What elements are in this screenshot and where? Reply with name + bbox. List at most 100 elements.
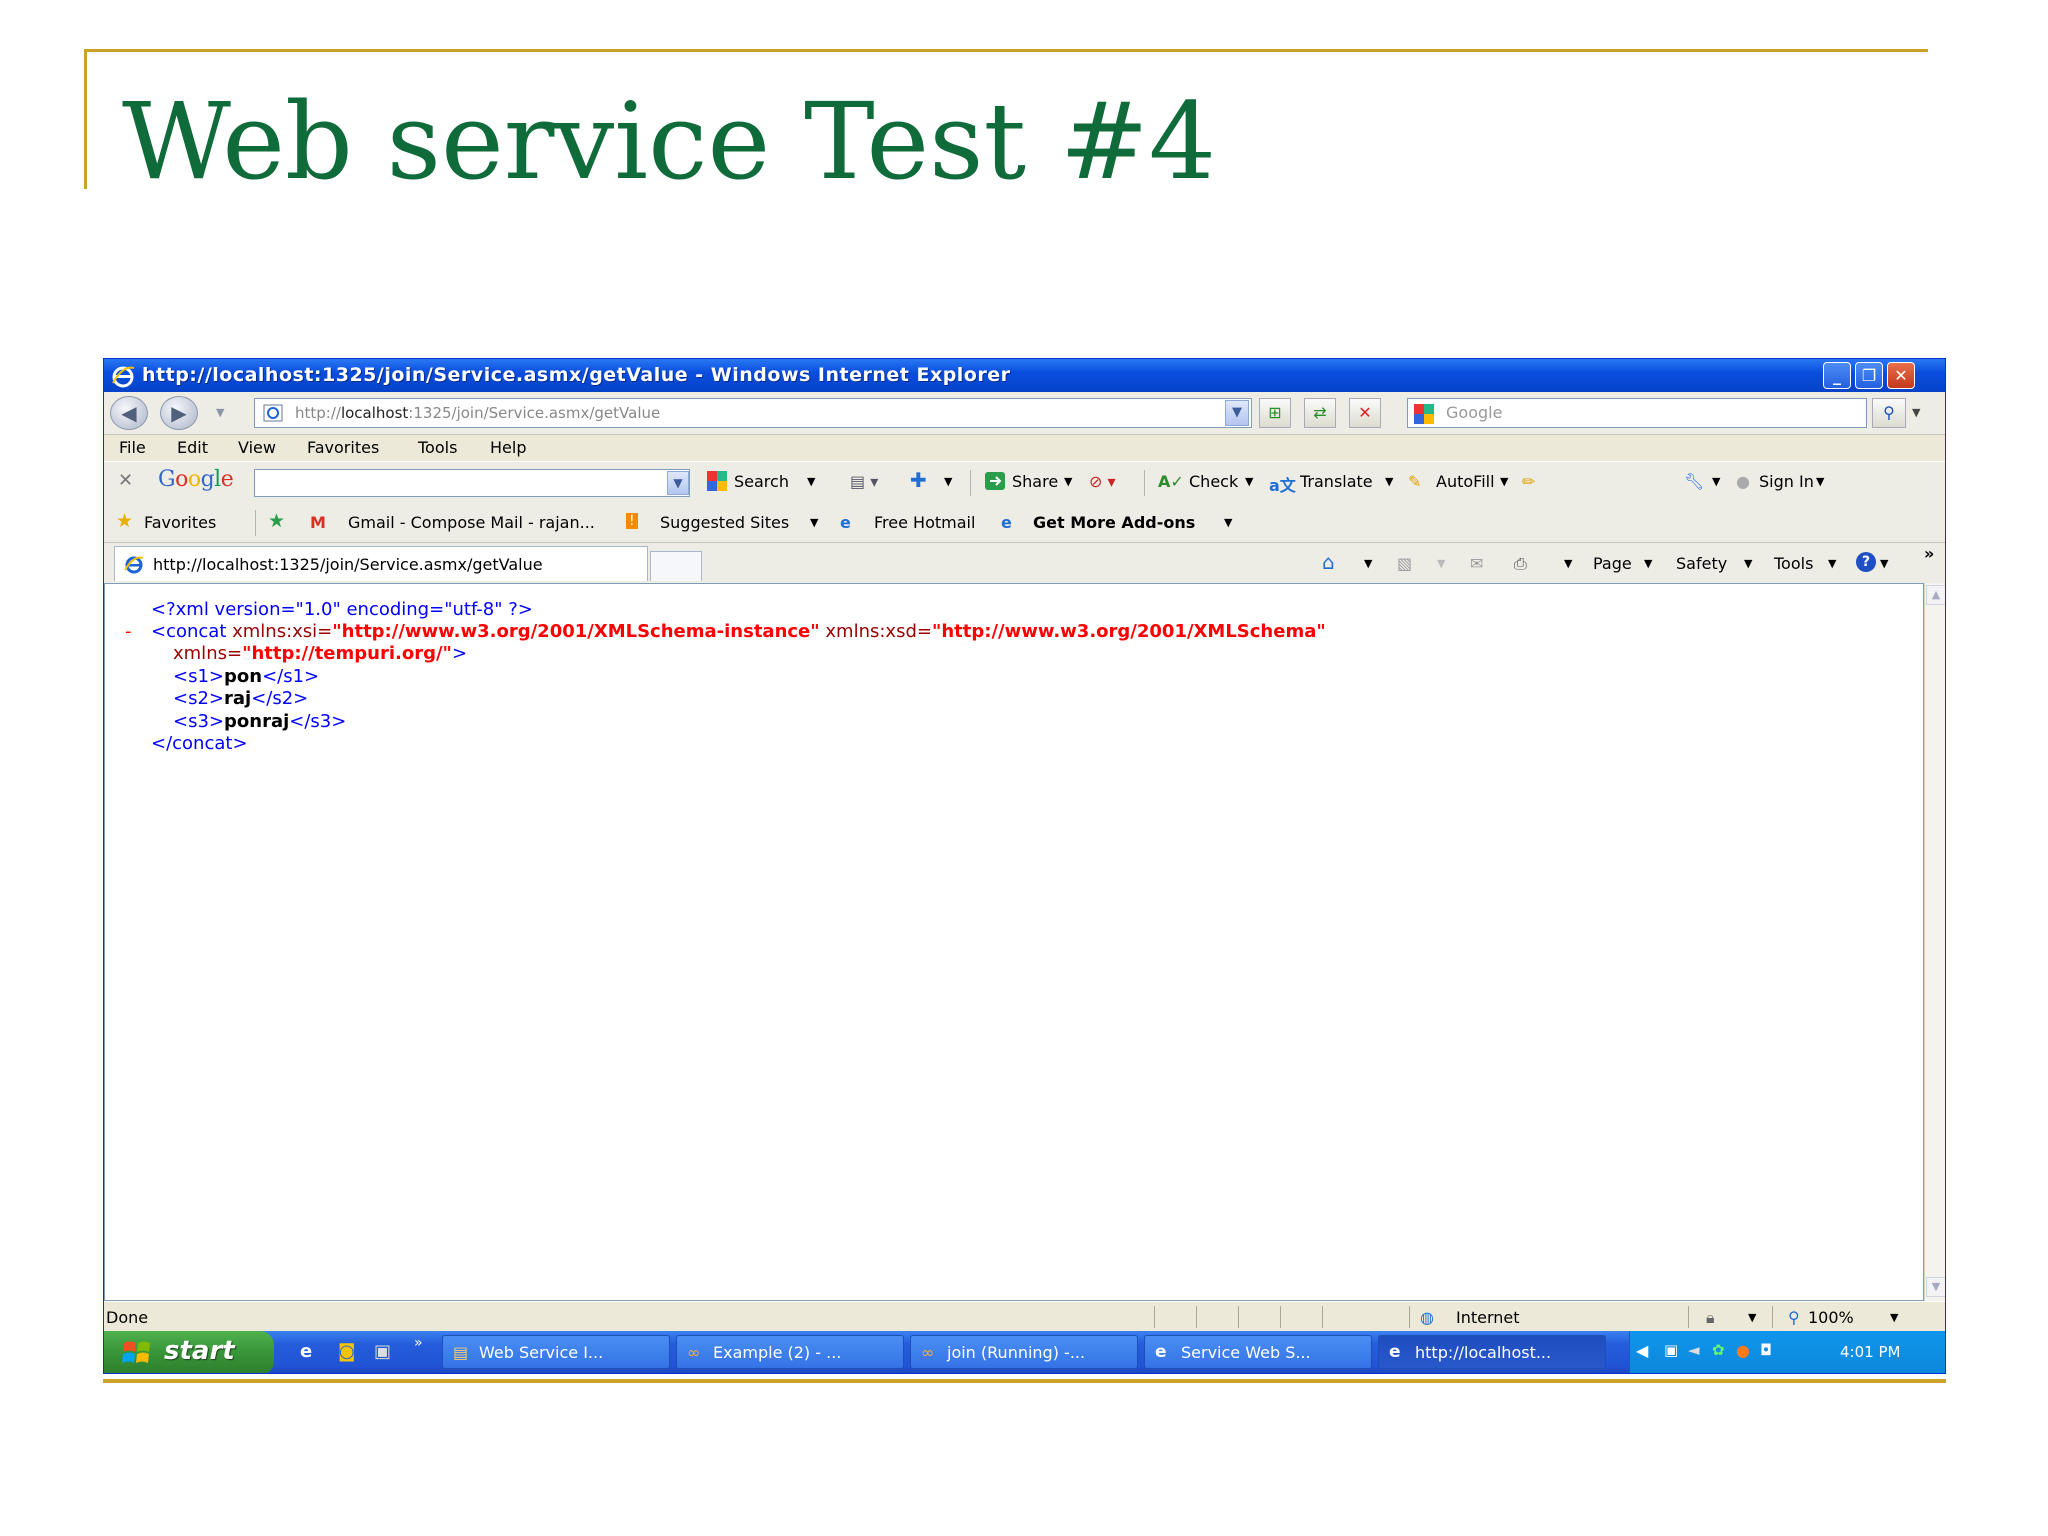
quicklaunch-chevron[interactable]: » (414, 1335, 423, 1351)
xml-tag: <s1> (173, 666, 224, 687)
page-menu-button[interactable]: Page (1593, 554, 1632, 573)
menu-file[interactable]: File (119, 438, 146, 457)
zoom-icon[interactable]: ⚲ (1788, 1308, 1800, 1327)
tray-app-icon[interactable]: ✿ (1712, 1341, 1725, 1359)
feeds-icon[interactable]: ▧ (1397, 554, 1412, 573)
translate-dropdown-icon[interactable]: ▼ (1385, 475, 1393, 488)
fav-link-get-more-addons[interactable]: Get More Add-ons (1033, 513, 1195, 532)
start-button[interactable]: start (104, 1331, 274, 1373)
search-go-button[interactable]: ⚲ (1872, 398, 1906, 428)
search-box[interactable]: Google (1407, 398, 1867, 428)
page-dropdown-icon[interactable]: ▼ (1644, 557, 1652, 570)
print-dropdown-icon[interactable]: ▼ (1564, 557, 1572, 570)
fav-link-free-hotmail[interactable]: Free Hotmail (874, 513, 975, 532)
favorites-button[interactable]: Favorites (144, 513, 216, 532)
quicklaunch-outlook-icon[interactable]: ◙ (338, 1341, 355, 1362)
check-button[interactable]: Check (1189, 472, 1238, 491)
add-button-icon[interactable]: ✚ (910, 468, 927, 492)
add-to-favorites-icon[interactable]: ★ (268, 510, 285, 532)
add-dropdown-icon[interactable]: ▼ (944, 475, 952, 488)
tools-dropdown-icon[interactable]: ▼ (1828, 557, 1836, 570)
window-titlebar[interactable]: http://localhost:1325/join/Service.asmx/… (104, 359, 1945, 392)
menu-help[interactable]: Help (490, 438, 526, 457)
command-bar-chevron[interactable]: » (1924, 544, 1934, 563)
quicklaunch-ie-icon[interactable]: e (300, 1341, 312, 1362)
refresh-button[interactable]: ⇄ (1304, 398, 1336, 428)
menu-view[interactable]: View (238, 438, 276, 457)
share-dropdown-icon[interactable]: ▼ (1064, 475, 1072, 488)
back-button[interactable]: ◀ (110, 396, 148, 430)
home-icon[interactable]: ⌂ (1322, 550, 1335, 574)
read-mail-icon[interactable]: ✉ (1470, 554, 1483, 573)
popup-blocked-icon[interactable]: ⊘ ▾ (1089, 472, 1116, 491)
wrench-icon[interactable]: 🔧︎ (1684, 472, 1704, 491)
google-search-input[interactable] (254, 469, 690, 497)
close-button[interactable]: ✕ (1887, 362, 1915, 389)
tray-volume-icon[interactable]: ◄ (1688, 1341, 1700, 1359)
tools-menu-button[interactable]: Tools (1774, 554, 1813, 573)
xml-value: pon (224, 666, 263, 687)
address-input[interactable]: http://localhost:1325/join/Service.asmx/… (254, 398, 1252, 428)
fav-link-suggested-sites[interactable]: Suggested Sites (660, 513, 789, 532)
restore-button[interactable]: ❐ (1855, 362, 1883, 389)
google-search-button[interactable]: Search (734, 472, 789, 491)
autofill-dropdown-icon[interactable]: ▼ (1500, 475, 1508, 488)
help-icon[interactable]: ? (1856, 552, 1876, 572)
history-dropdown-icon[interactable]: ▼ (216, 406, 224, 419)
toolbar-separator (970, 470, 971, 496)
forward-button[interactable]: ▶ (160, 396, 198, 430)
menu-tools[interactable]: Tools (418, 438, 457, 457)
safety-menu-button[interactable]: Safety (1676, 554, 1727, 573)
safety-dropdown-icon[interactable]: ▼ (1744, 557, 1752, 570)
new-tab-button[interactable] (650, 551, 702, 581)
taskbar-item[interactable]: ∞ Example (2) - ... (676, 1335, 904, 1369)
share-button[interactable]: Share (1012, 472, 1058, 491)
menu-favorites[interactable]: Favorites (307, 438, 379, 457)
fav-link-gmail[interactable]: Gmail - Compose Mail - rajan... (348, 513, 595, 532)
addons-dropdown-icon[interactable]: ▼ (1224, 516, 1232, 529)
quicklaunch-desktop-icon[interactable]: ▣ (374, 1341, 391, 1362)
scroll-down-arrow-icon[interactable]: ▼ (1926, 1277, 1945, 1297)
vertical-scrollbar[interactable]: ▲ ▼ (1924, 583, 1945, 1301)
search-dropdown-icon[interactable]: ▼ (807, 475, 815, 488)
popup-blocker-icon[interactable]: ▤ ▾ (850, 472, 878, 491)
scroll-up-arrow-icon[interactable]: ▲ (1926, 585, 1945, 605)
taskbar-item[interactable]: ∞ join (Running) -... (910, 1335, 1138, 1369)
search-options-dropdown-icon[interactable]: ▼ (1912, 406, 1920, 419)
feeds-dropdown-icon[interactable]: ▼ (1437, 557, 1445, 570)
print-icon[interactable]: ⎙ (1514, 554, 1527, 574)
sign-in-dropdown-icon[interactable]: ▼ (1816, 475, 1824, 488)
home-dropdown-icon[interactable]: ▼ (1364, 557, 1372, 570)
help-dropdown-icon[interactable]: ▼ (1880, 557, 1888, 570)
close-toolbar-icon[interactable]: ✕ (118, 470, 133, 491)
sign-in-button[interactable]: Sign In (1759, 472, 1814, 491)
taskbar-item-active[interactable]: e http://localhost... (1378, 1335, 1606, 1369)
compatibility-view-button[interactable]: ⊞ (1259, 398, 1291, 428)
xml-attr-value: "http://www.w3.org/2001/XMLSchema-instan… (332, 621, 820, 642)
tray-expand-icon[interactable]: ◀ (1636, 1341, 1648, 1360)
taskbar-item[interactable]: ▤ Web Service I... (442, 1335, 670, 1369)
tray-monitor-icon[interactable]: ◘ (1760, 1341, 1772, 1359)
zoom-dropdown-icon[interactable]: ▼ (1890, 1311, 1898, 1324)
tray-network-icon[interactable]: ▣ (1664, 1341, 1678, 1359)
translate-button[interactable]: Translate (1300, 472, 1373, 491)
ie-logo-icon (112, 366, 135, 388)
tray-security-icon[interactable]: ● (1736, 1341, 1750, 1360)
windows-taskbar: start e ◙ ▣ » ▤ Web Service I... ∞ Examp… (104, 1331, 1945, 1373)
protected-dropdown-icon[interactable]: ▼ (1748, 1311, 1756, 1324)
protected-mode-icon[interactable]: 🔒︎ (1706, 1308, 1715, 1328)
menu-edit[interactable]: Edit (177, 438, 208, 457)
tab-current[interactable]: http://localhost:1325/join/Service.asmx/… (114, 546, 648, 581)
minimize-button[interactable]: _ (1823, 362, 1851, 389)
check-dropdown-icon[interactable]: ▼ (1245, 475, 1253, 488)
stop-button[interactable]: ✕ (1349, 398, 1381, 428)
google-search-dropdown[interactable]: ▼ (667, 471, 689, 495)
zoom-level[interactable]: 100% (1808, 1308, 1854, 1327)
highlight-icon[interactable]: ✏ (1522, 472, 1535, 491)
suggested-dropdown-icon[interactable]: ▼ (810, 516, 818, 529)
address-dropdown-button[interactable]: ▼ (1225, 400, 1249, 426)
xml-collapse-toggle[interactable]: - (125, 621, 132, 644)
taskbar-item[interactable]: e Service Web S... (1144, 1335, 1372, 1369)
autofill-button[interactable]: AutoFill (1436, 472, 1495, 491)
settings-dropdown-icon[interactable]: ▼ (1712, 475, 1720, 488)
